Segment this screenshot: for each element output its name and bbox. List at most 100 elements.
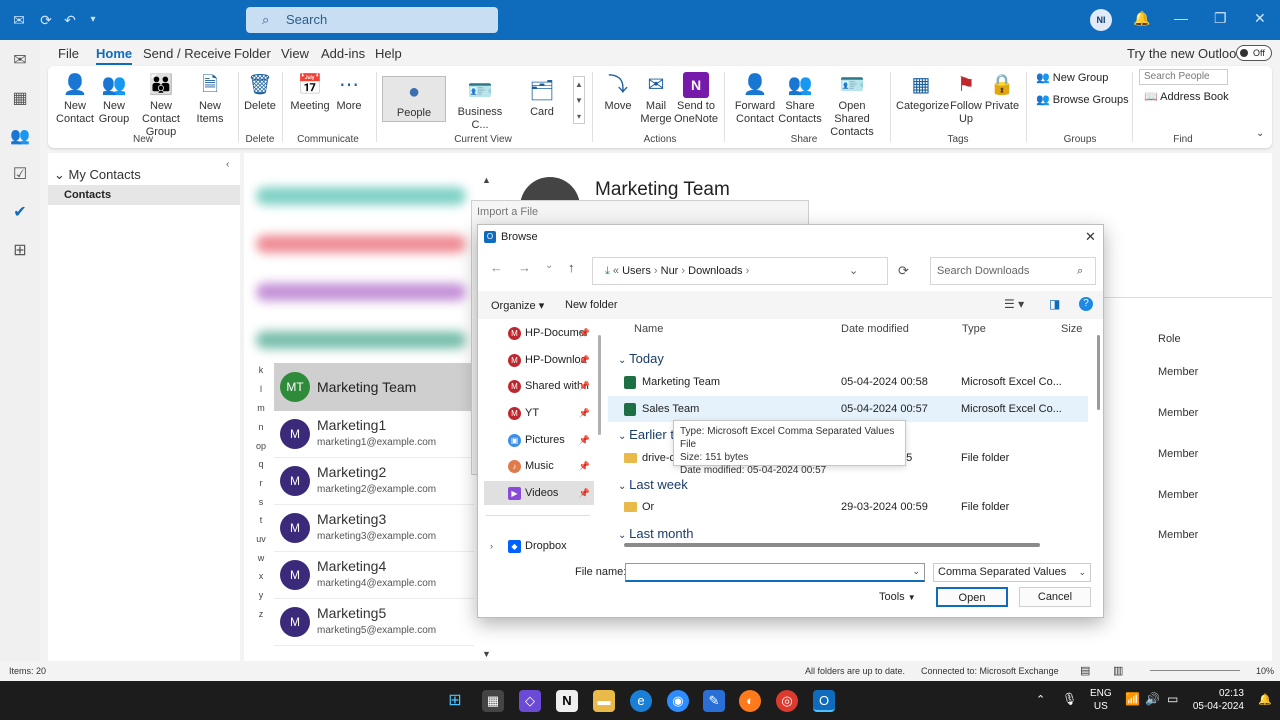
new-group-small-button[interactable]: 👥 New Group — [1036, 71, 1108, 84]
new-folder-button[interactable]: New folder — [565, 299, 618, 311]
contact-row[interactable]: M Marketing1 marketing1@example.com — [274, 411, 474, 458]
undo-icon[interactable]: ↶ — [61, 11, 79, 29]
contacts-folder[interactable]: Contacts — [48, 185, 240, 205]
group-header-last-week[interactable]: ⌄ Last week — [618, 477, 688, 492]
breadcrumb-downloads[interactable]: Downloads — [688, 265, 742, 277]
menu-home[interactable]: Home — [96, 46, 133, 65]
alpha-index-q[interactable]: q — [254, 459, 268, 469]
private-button[interactable]: 🔒 Private — [984, 72, 1020, 113]
view-options-icon[interactable]: ☰ ▾ — [1004, 297, 1024, 311]
battery-icon[interactable]: ▭ — [1167, 692, 1178, 706]
nav-item-hp-downloads[interactable]: M HP-Downloa 📌 — [484, 348, 594, 372]
tasks-icon[interactable]: ☑ — [10, 164, 30, 184]
menu-send-receive[interactable]: Send / Receive — [143, 46, 231, 61]
cancel-button[interactable]: Cancel — [1019, 587, 1091, 607]
alpha-index-y[interactable]: y — [254, 590, 268, 600]
normal-view-icon[interactable]: ▤ — [1080, 664, 1090, 677]
share-contacts-button[interactable]: 👥 Share Contacts — [778, 72, 822, 126]
nav-item-yt[interactable]: M YT 📌 — [484, 401, 594, 425]
wifi-icon[interactable]: 📶 — [1125, 692, 1140, 706]
outlook-taskbar-icon[interactable]: O — [813, 690, 835, 712]
breadcrumb-nur[interactable]: Nur — [661, 265, 679, 277]
zoom-icon[interactable]: ◉ — [667, 690, 689, 712]
alpha-index-l[interactable]: l — [254, 384, 268, 394]
bell-icon[interactable]: 🔔 — [1133, 10, 1150, 27]
browse-groups-button[interactable]: 👥 Browse Groups — [1036, 93, 1129, 106]
column-header-date[interactable]: Date modified — [841, 323, 909, 335]
notifications-icon[interactable]: 🔔 — [1258, 693, 1272, 706]
group-header-earlier[interactable]: ⌄ Earlier th — [618, 427, 681, 442]
address-bar[interactable]: ⤓ « Users › Nur › Downloads › ⌄ — [592, 257, 888, 285]
collapse-pane-icon[interactable]: ‹ — [226, 159, 229, 170]
notion-icon[interactable]: N — [556, 690, 578, 712]
search-downloads-input[interactable]: Search Downloads ⌕ — [930, 257, 1096, 285]
new-outlook-toggle[interactable]: Off — [1236, 45, 1272, 61]
nav-item-videos[interactable]: ▶ Videos 📌 — [484, 481, 594, 505]
close-icon[interactable]: ✕ — [1254, 10, 1266, 27]
ribbon-expand-icon[interactable]: ⌄ — [1256, 128, 1264, 139]
nav-tree-scrollbar[interactable] — [598, 335, 601, 435]
nav-item-music[interactable]: ♪ Music 📌 — [484, 454, 594, 478]
notepad-icon[interactable]: ✎ — [703, 690, 725, 712]
file-row-hovered[interactable]: Sales Team 05-04-2024 00:57 Microsoft Exce… — [608, 396, 1088, 422]
microphone-icon[interactable]: 🎙 — [1062, 692, 1077, 706]
new-group-button[interactable]: 👥 New Group — [94, 72, 134, 126]
horizontal-scrollbar[interactable] — [624, 543, 1040, 547]
new-contact-button[interactable]: 👤 New Contact — [54, 72, 96, 126]
alpha-index-r[interactable]: r — [254, 478, 268, 488]
column-header-type[interactable]: Type — [962, 323, 986, 335]
breadcrumb-users[interactable]: Users — [622, 265, 651, 277]
my-contacts-header[interactable]: ⌄ My Contacts — [54, 167, 141, 183]
mail-icon[interactable]: ✉ — [10, 50, 30, 70]
up-icon[interactable]: ↑ — [568, 260, 575, 275]
categorize-button[interactable]: ▦ Categorize — [896, 72, 949, 113]
menu-help[interactable]: Help — [375, 46, 402, 61]
contact-row[interactable]: M Marketing3 marketing3@example.com — [274, 505, 474, 552]
help-icon[interactable]: ? — [1079, 297, 1093, 311]
alpha-index-t[interactable]: t — [254, 515, 268, 525]
move-button[interactable]: ⤵ Move — [600, 72, 636, 113]
preview-pane-icon[interactable]: ◨ — [1049, 297, 1060, 311]
forward-contact-button[interactable]: 👤 Forward Contact — [730, 72, 780, 126]
card-view-button[interactable]: 🗂 Card — [522, 78, 562, 119]
alpha-index-op[interactable]: op — [254, 441, 268, 451]
group-header-last-month[interactable]: ⌄ Last month — [618, 526, 694, 541]
menu-file[interactable]: File — [58, 46, 79, 61]
language-indicator[interactable]: ENG US — [1090, 687, 1112, 713]
column-header-size[interactable]: Size — [1061, 323, 1082, 335]
chrome-icon[interactable]: ◎ — [776, 690, 798, 712]
recent-locations-icon[interactable]: ⌄ — [545, 260, 553, 271]
delete-button[interactable]: 🗑 Delete — [242, 72, 278, 113]
file-row[interactable]: Marketing Team 05-04-2024 00:58 Microsoft … — [608, 369, 1088, 395]
file-name-input[interactable]: ⌄ — [625, 563, 925, 582]
new-items-button[interactable]: 🗎 New Items — [190, 72, 230, 126]
meeting-button[interactable]: 📅 Meeting — [288, 72, 332, 113]
alpha-index-s[interactable]: s — [254, 497, 268, 507]
mail-merge-button[interactable]: ✉ Mail Merge — [636, 72, 676, 126]
edge-icon[interactable]: e — [630, 690, 652, 712]
forward-icon[interactable]: → — [518, 260, 531, 275]
close-icon[interactable]: ✕ — [1085, 229, 1096, 245]
view-gallery-scroll[interactable]: ▲ ▼ ▾ — [573, 76, 585, 124]
contact-row[interactable]: M Marketing2 marketing2@example.com — [274, 458, 474, 505]
address-book-button[interactable]: 📖 Address Book — [1144, 90, 1229, 103]
search-box[interactable]: ⌕ Search — [246, 7, 498, 33]
group-header-today[interactable]: ⌄ Today — [618, 351, 664, 366]
maximize-icon[interactable]: ❐ — [1214, 10, 1227, 27]
clickup-icon[interactable]: ◇ — [519, 690, 541, 712]
show-hidden-icons[interactable]: ⌃ — [1036, 693, 1045, 706]
more-button[interactable]: ⋯ More — [334, 72, 364, 113]
clock[interactable]: 02:13 05-04-2024 — [1190, 687, 1244, 713]
send-to-onenote-button[interactable]: N Send to OneNote — [674, 72, 718, 126]
zoom-slider[interactable] — [1150, 670, 1240, 671]
file-list-scrollbar[interactable] — [1097, 335, 1100, 410]
people-icon[interactable]: 👥 — [10, 126, 30, 146]
alpha-index-k[interactable]: k — [254, 365, 268, 375]
volume-icon[interactable]: 🔊 — [1145, 692, 1160, 706]
scroll-up-icon[interactable]: ▲ — [482, 175, 491, 185]
nav-item-dropbox[interactable]: › ◆ Dropbox — [484, 534, 594, 555]
address-history-icon[interactable]: ⌄ — [849, 258, 858, 284]
open-button[interactable]: Open — [936, 587, 1008, 607]
contact-row-selected[interactable]: MT Marketing Team — [274, 363, 498, 411]
alpha-index-w[interactable]: w — [254, 553, 268, 563]
